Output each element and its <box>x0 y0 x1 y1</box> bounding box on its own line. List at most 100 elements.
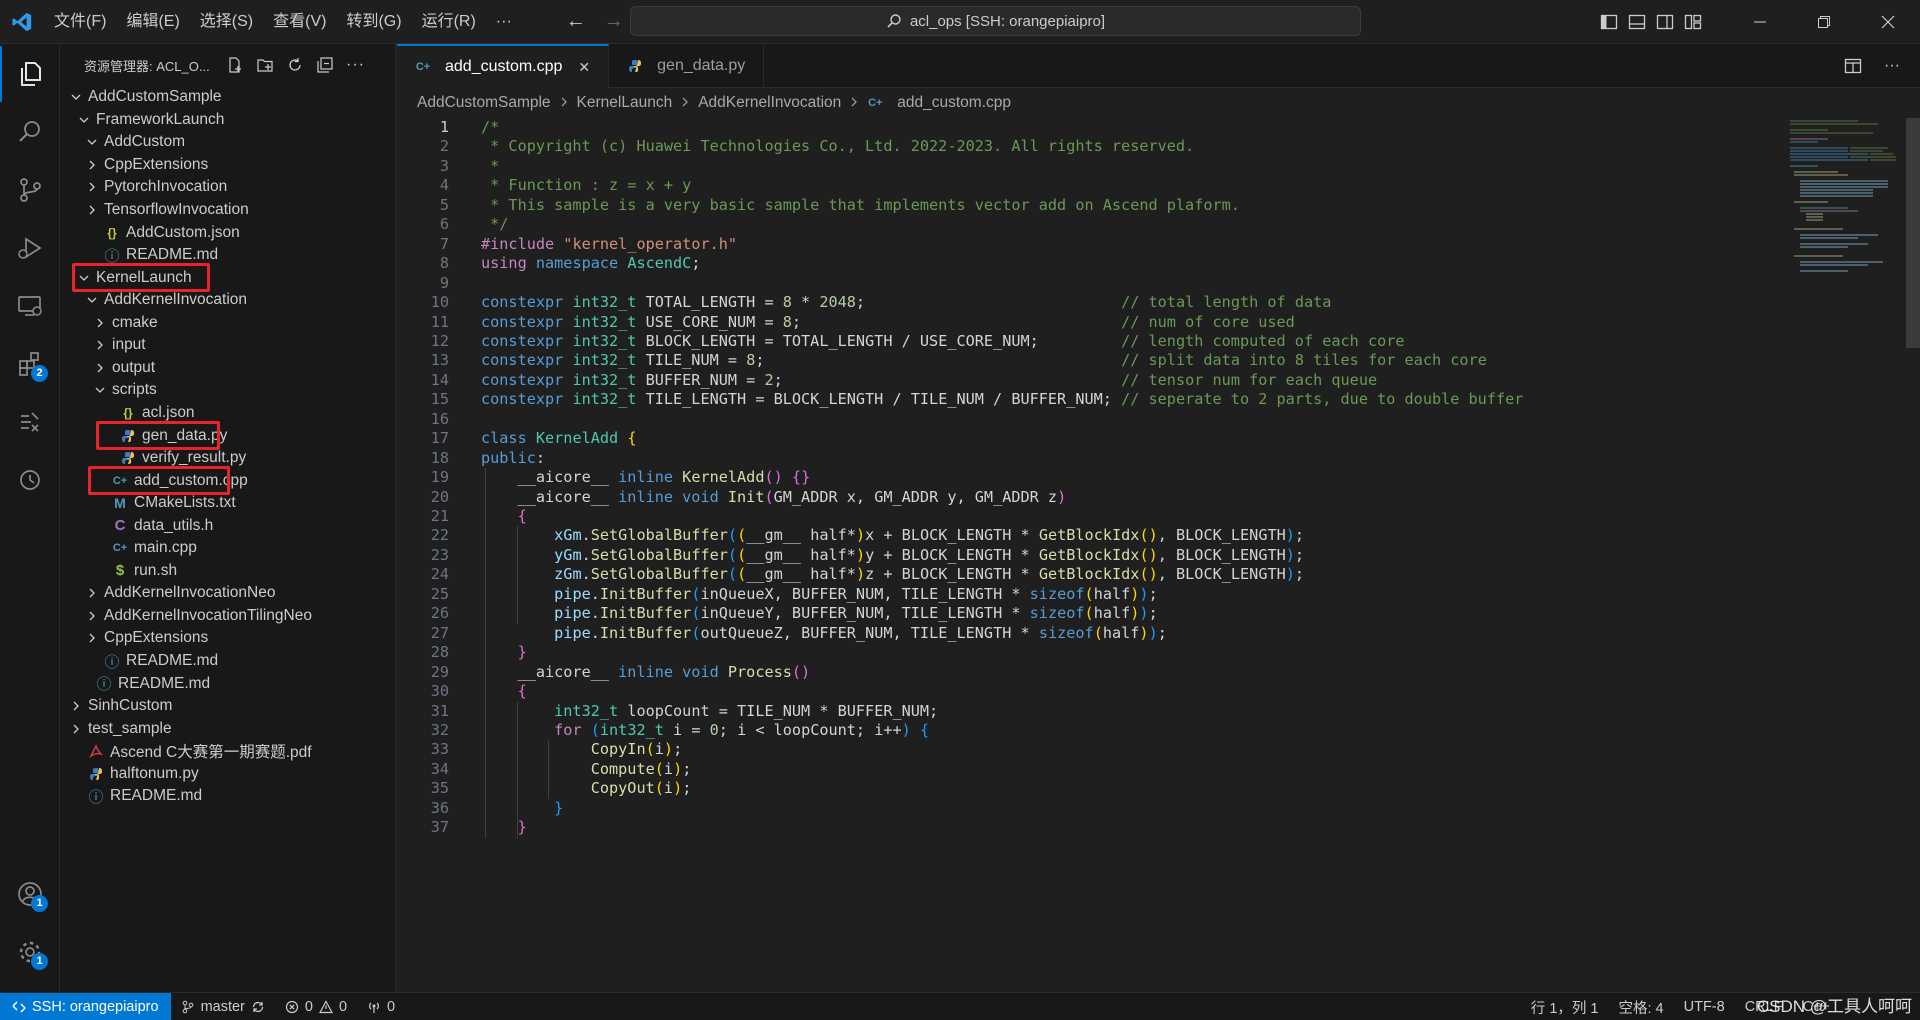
collapse-all-icon[interactable] <box>316 56 334 74</box>
chevron-right-icon[interactable] <box>68 723 84 735</box>
indentation[interactable]: 空格: 4 <box>1608 997 1673 1018</box>
chevron-right-icon[interactable] <box>92 362 108 374</box>
tree-item[interactable]: scripts <box>60 379 396 402</box>
chevron-right-icon[interactable] <box>84 181 100 193</box>
breadcrumb-item[interactable]: AddCustomSample <box>417 94 551 112</box>
tree-item[interactable]: test_sample <box>60 717 396 740</box>
chevron-right-icon[interactable] <box>84 159 100 171</box>
code-line[interactable]: 24 zGm.SetGlobalBuffer((__gm__ half*)z +… <box>397 565 1777 584</box>
extensions-icon[interactable]: 2 <box>0 336 60 392</box>
toggle-secondary-sidebar-icon[interactable] <box>1656 13 1674 31</box>
code-editor[interactable]: 1/* 2 * Copyright (c) Huawei Technologies… <box>397 118 1920 992</box>
new-folder-icon[interactable] <box>256 56 274 74</box>
chevron-down-icon[interactable] <box>92 384 108 396</box>
breadcrumb-item[interactable]: add_custom.cpp <box>897 94 1011 112</box>
tree-item[interactable]: input <box>60 334 396 357</box>
close-tab-icon[interactable]: ✕ <box>578 59 590 76</box>
code-line[interactable]: 33 CopyIn(i); <box>397 740 1777 759</box>
breadcrumb-item[interactable]: AddKernelInvocation <box>698 94 841 112</box>
code-line[interactable]: 3 * <box>397 157 1777 176</box>
chevron-right-icon[interactable] <box>84 610 100 622</box>
tree-item[interactable]: halftonum.py <box>60 763 396 786</box>
code-line[interactable]: 12 constexpr int32_t BLOCK_LENGTH = TOTAL… <box>397 332 1777 351</box>
chevron-down-icon[interactable] <box>76 114 92 126</box>
chevron-down-icon[interactable] <box>84 136 100 148</box>
code-line[interactable]: 34 Compute(i); <box>397 760 1777 779</box>
tree-item[interactable]: AddCustomSample <box>60 86 396 109</box>
command-center-search[interactable]: acl_ops [SSH: orangepiaipro] <box>630 6 1361 36</box>
explorer-icon[interactable] <box>0 46 60 102</box>
tab-add-custom-cpp[interactable]: C+ add_custom.cpp ✕ <box>397 44 610 88</box>
git-branch[interactable]: master <box>171 999 275 1015</box>
timeline-history-icon[interactable] <box>0 452 60 508</box>
code-line[interactable]: 18 public: <box>397 449 1777 468</box>
tree-item[interactable]: TensorflowInvocation <box>60 199 396 222</box>
problems-indicator[interactable]: 0 0 <box>275 999 357 1015</box>
code-line[interactable]: 37 } <box>397 818 1777 837</box>
tree-item[interactable]: $ run.sh <box>60 560 396 583</box>
chevron-right-icon[interactable] <box>92 317 108 329</box>
tree-item[interactable]: PytorchInvocation <box>60 176 396 199</box>
editor-more-actions-icon[interactable]: ··· <box>1884 57 1900 75</box>
menu-item[interactable]: 查看(V) <box>263 7 336 37</box>
code-line[interactable]: 16 <box>397 410 1777 429</box>
code-line[interactable]: 29 __aicore__ inline void Process() <box>397 663 1777 682</box>
vertical-scrollbar[interactable] <box>1906 118 1920 992</box>
code-line[interactable]: 25 pipe.InitBuffer (inQueueX, BUFFER_NUM,… <box>397 585 1777 604</box>
forward-arrow-icon[interactable]: → <box>604 10 624 33</box>
tree-item[interactable]: AddKernelInvocationNeo <box>60 582 396 605</box>
refresh-icon[interactable] <box>286 56 304 74</box>
menu-item[interactable]: 文件(F) <box>44 7 116 37</box>
tree-item[interactable]: AddKernelInvocation <box>60 289 396 312</box>
tree-item[interactable]: CppExtensions <box>60 154 396 177</box>
minimap[interactable] <box>1788 118 1898 298</box>
code-line[interactable]: 21 { <box>397 507 1777 526</box>
tree-item[interactable]: CppExtensions <box>60 627 396 650</box>
remote-indicator[interactable]: SSH: orangepiaipro <box>0 992 171 1020</box>
code-line[interactable]: 14 constexpr int32_t BUFFER_NUM = 2; // t… <box>397 371 1777 390</box>
encoding[interactable]: UTF-8 <box>1674 999 1735 1015</box>
code-line[interactable]: 36 } <box>397 799 1777 818</box>
back-arrow-icon[interactable]: ← <box>566 10 586 33</box>
menu-item[interactable]: 选择(S) <box>190 7 263 37</box>
code-line[interactable]: 35 CopyOut(i); <box>397 779 1777 798</box>
code-line[interactable]: 2 * Copyright (c) Huawei Technologies Co… <box>397 137 1777 156</box>
tree-item[interactable]: {} acl.json <box>60 402 396 425</box>
tree-item[interactable]: gen_data.py <box>60 424 396 447</box>
tree-item[interactable]: SinhCustom <box>60 695 396 718</box>
code-line[interactable]: 28 } <box>397 643 1777 662</box>
code-line[interactable]: 6 */ <box>397 215 1777 234</box>
new-file-icon[interactable] <box>226 56 244 74</box>
chevron-right-icon[interactable] <box>84 204 100 216</box>
code-line[interactable]: 32 for (int32_t i = 0; i < loopCount; i+… <box>397 721 1777 740</box>
run-and-debug-icon[interactable] <box>0 220 60 276</box>
code-line[interactable]: 31 int32_t loopCount = TILE_NUM * BUFFER… <box>397 702 1777 721</box>
tree-item[interactable]: ⓘ README.md <box>60 650 396 673</box>
toggle-primary-sidebar-icon[interactable] <box>1600 13 1618 31</box>
tree-item[interactable]: C+ main.cpp <box>60 537 396 560</box>
tree-item[interactable]: ⓘ README.md <box>60 672 396 695</box>
code-line[interactable]: 10 constexpr int32_t TOTAL_LENGTH = 8 * 2… <box>397 293 1777 312</box>
minimize-button[interactable] <box>1728 0 1792 44</box>
tree-item[interactable]: C+ add_custom.cpp <box>60 469 396 492</box>
tree-item[interactable]: cmake <box>60 312 396 335</box>
tree-item[interactable]: M CMakeLists.txt <box>60 492 396 515</box>
code-line[interactable]: 9 <box>397 274 1777 293</box>
chevron-down-icon[interactable] <box>84 294 100 306</box>
code-line[interactable]: 1 /* <box>397 118 1777 137</box>
code-line[interactable]: 17 class KernelAdd { <box>397 429 1777 448</box>
restore-button[interactable] <box>1792 0 1856 44</box>
cursor-position[interactable]: 行 1，列 1 <box>1521 997 1609 1018</box>
code-line[interactable]: 22 xGm.SetGlobalBuffer((__gm__ half*)x +… <box>397 526 1777 545</box>
code-line[interactable]: 30 { <box>397 682 1777 701</box>
code-line[interactable]: 20 __aicore__ inline void Init(GM_ADDR x… <box>397 488 1777 507</box>
sync-icon[interactable] <box>251 1000 265 1014</box>
menu-item[interactable]: 运行(R) <box>412 7 486 37</box>
code-line[interactable]: 8 using namespace AscendC; <box>397 254 1777 273</box>
tree-item[interactable]: Cdata_utils.h <box>60 514 396 537</box>
tree-item[interactable]: ⓘ README.md <box>60 785 396 808</box>
menu-item[interactable]: ··· <box>486 7 522 37</box>
code-line[interactable]: 15 constexpr int32_t TILE_LENGTH = BLOCK_… <box>397 390 1777 409</box>
chevron-right-icon[interactable] <box>84 587 100 599</box>
code-line[interactable]: 5 * This sample is a very basic sample t… <box>397 196 1777 215</box>
